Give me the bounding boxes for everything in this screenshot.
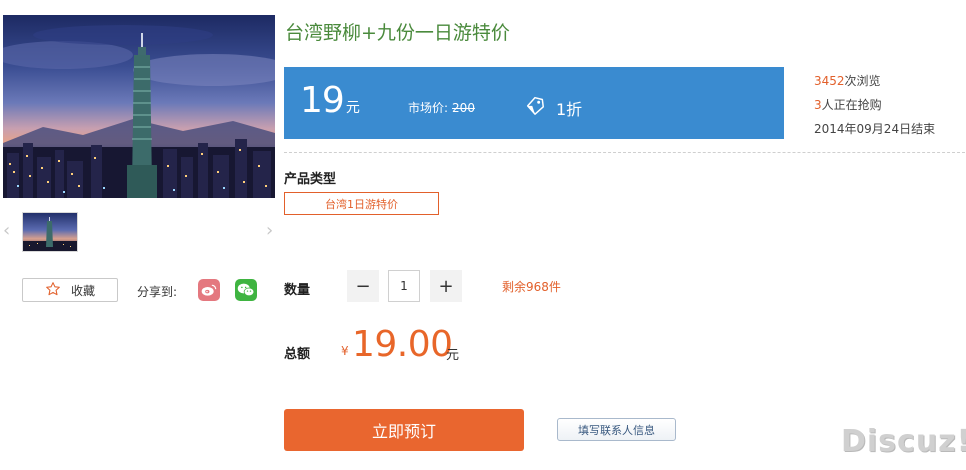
contact-info-button[interactable]: 填写联系人信息 [557,418,676,441]
discuz-watermark: Discuz! [841,424,966,459]
buyers-count: 3 [814,98,822,112]
favorite-label: 收藏 [70,283,95,298]
discount-value: 1折 [556,100,583,119]
total-unit: 元 [446,348,460,363]
quantity-decrease-button[interactable]: − [347,270,379,302]
book-now-button[interactable]: 立即预订 [284,409,524,451]
wechat-icon[interactable] [235,279,257,301]
star-icon [45,281,61,300]
stock-remaining: 剩余968件 [502,280,561,294]
total-currency: ¥ [341,344,349,358]
weibo-icon[interactable] [198,279,220,301]
quantity-increase-button[interactable]: + [430,270,462,302]
share-label: 分享到: [137,285,178,299]
market-price-value: 200 [452,101,475,115]
views-count: 3452 [814,74,845,88]
product-type-label: 产品类型 [284,172,337,187]
divider [284,152,965,153]
buyers-label: 人正在抢购 [821,98,882,112]
quantity-label: 数量 [284,283,311,298]
quantity-input[interactable]: 1 [388,270,420,302]
total-label: 总额 [284,347,311,362]
price-bar: 19 元 市场价: 200 1折 [284,67,784,139]
gallery-next-arrow-icon[interactable]: › [266,222,273,240]
views-stat: 3452次浏览 [814,72,881,89]
gallery-prev-arrow-icon[interactable]: ‹ [3,222,10,240]
total-amount: 19.00 [352,324,453,365]
product-type-option[interactable]: 台湾1日游特价 [284,192,439,215]
buyers-stat: 3人正在抢购 [814,96,882,113]
product-title: 台湾野柳+九份一日游特价 [285,22,510,44]
views-label: 次浏览 [844,74,881,88]
current-price-value: 19 [300,80,345,121]
market-price-label: 市场价: [408,101,449,115]
product-main-image [3,15,275,198]
gallery-thumbnail[interactable] [22,212,78,252]
end-date: 2014年09月24日结束 [814,122,936,136]
discount-tag-icon [524,94,546,120]
current-price: 19 元 [300,80,360,121]
favorite-button[interactable]: 收藏 [22,278,118,302]
market-price: 市场价: 200 [408,99,475,116]
current-price-unit: 元 [345,100,360,116]
